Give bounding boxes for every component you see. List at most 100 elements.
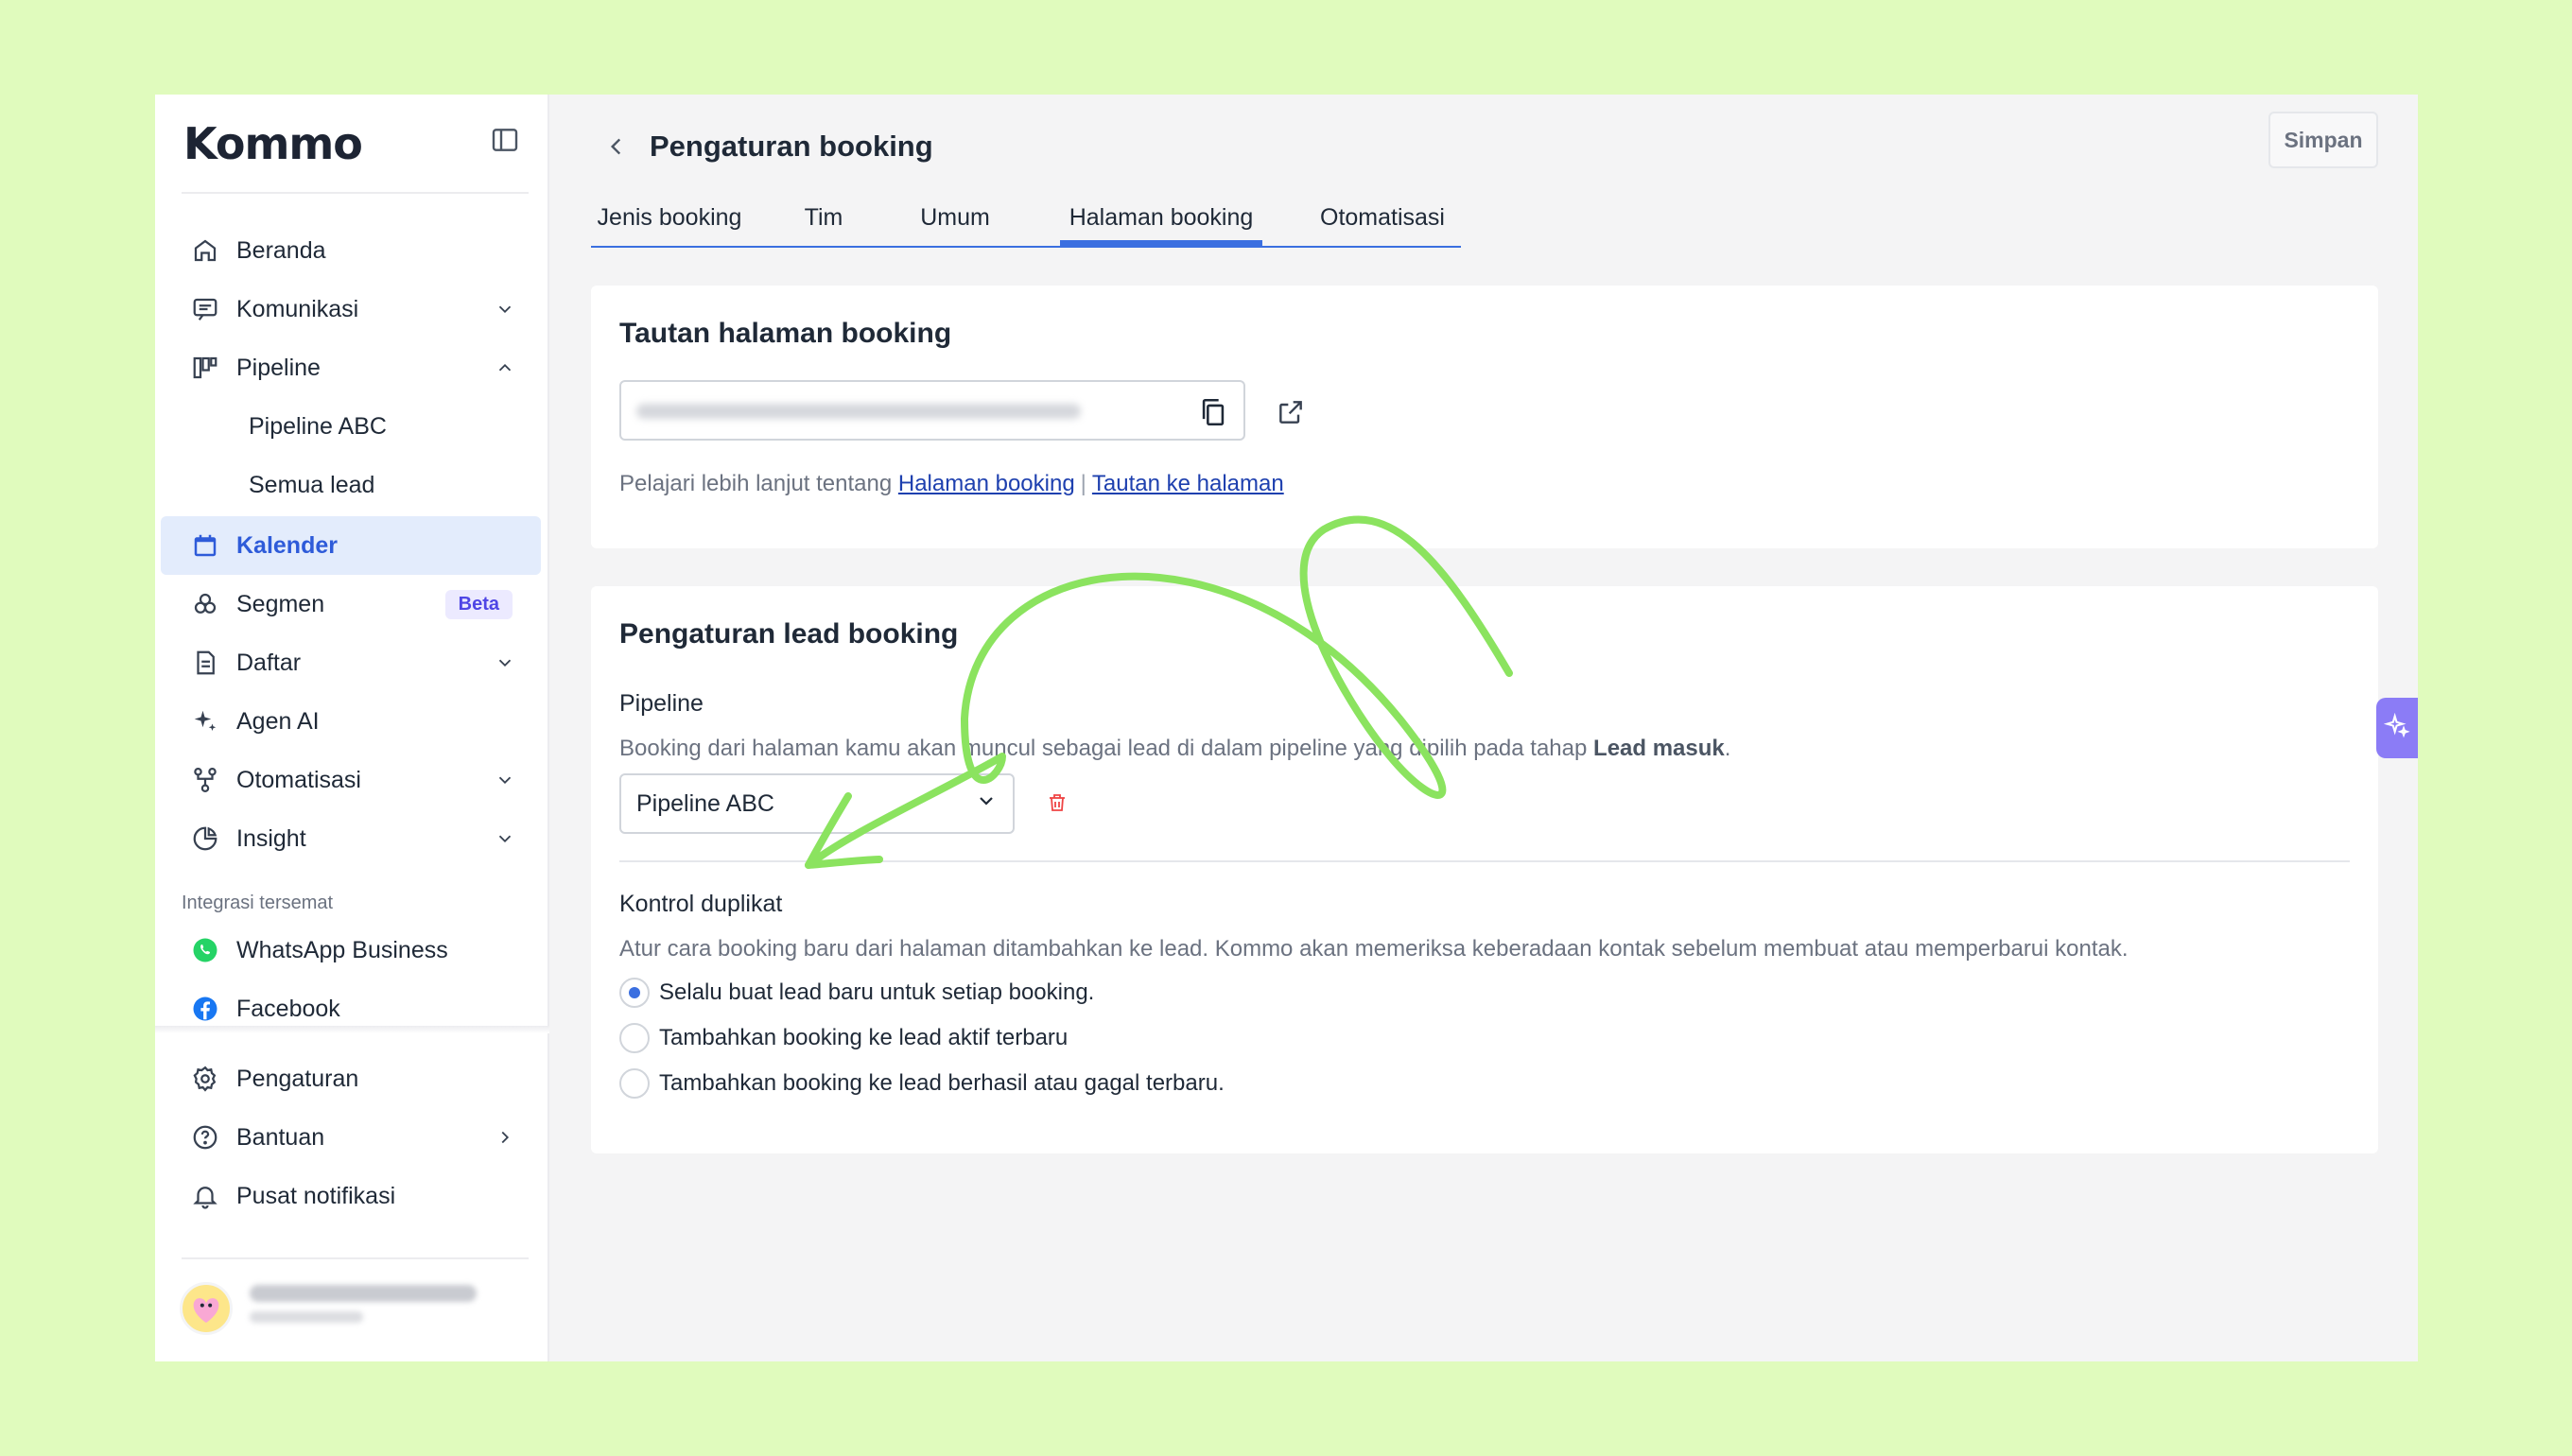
tab-jenis-booking[interactable]: Jenis booking [591, 197, 748, 246]
pie-chart-icon [189, 823, 221, 855]
sidebar-item-pipeline[interactable]: Pipeline [161, 338, 541, 397]
radio-button-checked[interactable] [619, 978, 650, 1008]
lead-settings-card: Pengaturan lead booking Pipeline Booking… [591, 586, 2378, 1153]
pipeline-select-value: Pipeline ABC [636, 789, 774, 817]
sidebar-item-pipeline-abc[interactable]: Pipeline ABC [161, 397, 541, 456]
sidebar-item-pengaturan[interactable]: Pengaturan [161, 1049, 541, 1108]
sparkle-icon [2383, 712, 2410, 744]
sidebar-item-label: Facebook [236, 995, 340, 1022]
chevron-down-icon [975, 789, 998, 819]
save-button[interactable]: Simpan [2268, 112, 2378, 168]
pipeline-help-bold: Lead masuk [1593, 736, 1725, 761]
radio-label: Tambahkan booking ke lead berhasil atau … [659, 1070, 1225, 1096]
chevron-right-icon[interactable] [486, 1127, 524, 1148]
sidebar-item-label: Semua lead [249, 471, 375, 498]
lead-settings-title: Pengaturan lead booking [619, 618, 959, 650]
sidebar-item-label: Pusat notifikasi [236, 1182, 396, 1209]
booking-link-title: Tautan halaman booking [619, 318, 952, 349]
sidebar-item-beranda[interactable]: Beranda [161, 221, 541, 280]
booking-url-redacted [636, 404, 1081, 419]
sidebar: Kommo Beranda Komunikasi Pipeline Pipeli… [155, 95, 549, 1361]
chat-icon [189, 293, 221, 325]
tab-tim[interactable]: Tim [786, 197, 861, 246]
sidebar-item-notifikasi[interactable]: Pusat notifikasi [161, 1167, 541, 1225]
sidebar-item-label: Kalender [236, 531, 338, 559]
radio-option-closed-lead[interactable]: Tambahkan booking ke lead berhasil atau … [619, 1068, 1225, 1099]
avatar [180, 1282, 233, 1335]
sidebar-item-kalender[interactable]: Kalender [161, 516, 541, 575]
list-icon [189, 647, 221, 679]
sidebar-item-label: Insight [236, 824, 306, 852]
chevron-up-icon[interactable] [486, 357, 524, 378]
tab-halaman-booking[interactable]: Halaman booking [1060, 197, 1262, 246]
sidebar-toggle-icon[interactable] [488, 123, 522, 157]
trash-icon[interactable] [1043, 789, 1071, 817]
pipeline-label: Pipeline [619, 690, 704, 717]
sidebar-item-label: Pipeline [236, 354, 321, 381]
sidebar-item-insight[interactable]: Insight [161, 809, 541, 868]
external-link-icon[interactable] [1272, 393, 1310, 431]
pipeline-help-text: Booking dari halaman kamu akan muncul se… [619, 736, 1730, 762]
page-title: Pengaturan booking [650, 130, 933, 163]
sidebar-item-label: Pengaturan [236, 1065, 359, 1092]
radio-option-active-lead[interactable]: Tambahkan booking ke lead aktif terbaru [619, 1023, 1068, 1053]
booking-link-card: Tautan halaman booking Pelajari lebih la… [591, 286, 2378, 548]
help-icon [189, 1121, 221, 1153]
sidebar-item-label: Komunikasi [236, 295, 359, 322]
radio-button[interactable] [619, 1068, 650, 1099]
tab-otomatisasi[interactable]: Otomatisasi [1302, 197, 1463, 246]
copy-icon[interactable] [1194, 393, 1232, 431]
learn-more-prefix: Pelajari lebih lanjut tentang [619, 471, 893, 496]
sidebar-item-bantuan[interactable]: Bantuan [161, 1108, 541, 1167]
section-divider [619, 860, 2350, 862]
link-tautan-halaman[interactable]: Tautan ke halaman [1092, 471, 1284, 496]
sidebar-item-agen-ai[interactable]: Agen AI [161, 692, 541, 751]
pipeline-select[interactable]: Pipeline ABC [619, 773, 1015, 834]
ai-assistant-button[interactable] [2376, 698, 2418, 758]
home-icon [189, 234, 221, 267]
sidebar-item-daftar[interactable]: Daftar [161, 633, 541, 692]
pipeline-help-suffix: . [1724, 736, 1731, 761]
sidebar-item-segmen[interactable]: Segmen Beta [161, 575, 541, 633]
link-halaman-booking[interactable]: Halaman booking [898, 471, 1075, 496]
chevron-down-icon[interactable] [486, 299, 524, 320]
radio-label: Selalu buat lead baru untuk setiap booki… [659, 979, 1095, 1005]
bell-icon [189, 1180, 221, 1212]
duplicate-help-text: Atur cara booking baru dari halaman dita… [619, 936, 2129, 962]
booking-url-field[interactable] [619, 380, 1245, 441]
learn-more-text: Pelajari lebih lanjut tentang Halaman bo… [619, 471, 1284, 497]
main-content: Pengaturan booking Simpan Jenis booking … [549, 95, 2418, 1361]
tab-umum[interactable]: Umum [903, 197, 1007, 246]
radio-button[interactable] [619, 1023, 650, 1053]
sidebar-item-label: Daftar [236, 649, 302, 676]
radio-label: Tambahkan booking ke lead aktif terbaru [659, 1025, 1069, 1050]
sidebar-item-otomatisasi[interactable]: Otomatisasi [161, 751, 541, 809]
chevron-down-icon[interactable] [486, 770, 524, 790]
sparkle-icon [189, 705, 221, 737]
automation-icon [189, 764, 221, 796]
back-arrow-icon[interactable] [602, 132, 631, 161]
user-profile[interactable] [180, 1282, 477, 1335]
beta-badge: Beta [444, 589, 513, 619]
integrations-section-label: Integrasi tersemat [182, 893, 334, 913]
chevron-down-icon[interactable] [486, 652, 524, 673]
sidebar-item-label: Beranda [236, 236, 326, 264]
radio-option-new-lead[interactable]: Selalu buat lead baru untuk setiap booki… [619, 978, 1094, 1008]
segment-icon [189, 588, 221, 620]
facebook-icon [189, 993, 221, 1025]
gear-icon [189, 1063, 221, 1095]
sidebar-item-komunikasi[interactable]: Komunikasi [161, 280, 541, 338]
sidebar-item-semua-lead[interactable]: Semua lead [161, 456, 541, 514]
user-info-redacted [250, 1285, 477, 1332]
kommo-logo[interactable]: Kommo [183, 115, 363, 172]
pipeline-help-prefix: Booking dari halaman kamu akan muncul se… [619, 736, 1588, 761]
pipeline-icon [189, 352, 221, 384]
sidebar-item-whatsapp[interactable]: WhatsApp Business [161, 921, 541, 979]
sidebar-item-label: Pipeline ABC [249, 412, 387, 440]
settings-tabs: Jenis booking Tim Umum Halaman booking O… [591, 197, 1461, 248]
sidebar-item-label: WhatsApp Business [236, 936, 448, 963]
sidebar-scroll-shadow [155, 1026, 549, 1033]
link-separator: | [1080, 471, 1086, 496]
sidebar-item-label: Agen AI [236, 707, 320, 735]
chevron-down-icon[interactable] [486, 828, 524, 849]
